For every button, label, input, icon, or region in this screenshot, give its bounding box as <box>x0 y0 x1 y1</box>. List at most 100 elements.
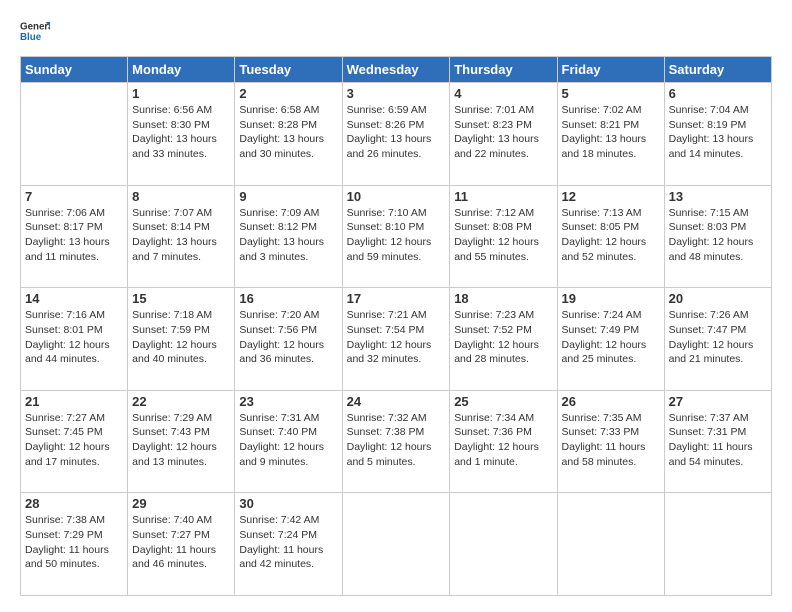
calendar-cell: 20 Sunrise: 7:26 AMSunset: 7:47 PMDayligh… <box>664 288 771 391</box>
calendar-cell: 28 Sunrise: 7:38 AMSunset: 7:29 PMDayligh… <box>21 493 128 596</box>
day-number: 18 <box>454 291 552 306</box>
day-number: 28 <box>25 496 123 511</box>
day-info: Sunrise: 7:02 AMSunset: 8:21 PMDaylight:… <box>562 103 660 162</box>
day-info: Sunrise: 7:24 AMSunset: 7:49 PMDaylight:… <box>562 308 660 367</box>
day-number: 19 <box>562 291 660 306</box>
calendar: SundayMondayTuesdayWednesdayThursdayFrid… <box>20 56 772 596</box>
calendar-cell <box>342 493 450 596</box>
day-header-saturday: Saturday <box>664 57 771 83</box>
calendar-cell <box>557 493 664 596</box>
day-number: 4 <box>454 86 552 101</box>
calendar-cell: 9 Sunrise: 7:09 AMSunset: 8:12 PMDaylight… <box>235 185 342 288</box>
day-info: Sunrise: 7:27 AMSunset: 7:45 PMDaylight:… <box>25 411 123 470</box>
day-header-friday: Friday <box>557 57 664 83</box>
day-info: Sunrise: 7:35 AMSunset: 7:33 PMDaylight:… <box>562 411 660 470</box>
calendar-cell <box>664 493 771 596</box>
day-info: Sunrise: 7:09 AMSunset: 8:12 PMDaylight:… <box>239 206 337 265</box>
day-info: Sunrise: 7:13 AMSunset: 8:05 PMDaylight:… <box>562 206 660 265</box>
calendar-week-2: 7Sunrise: 7:06 AMSunset: 8:17 PMDaylight… <box>21 185 772 288</box>
svg-text:Blue: Blue <box>20 32 42 43</box>
day-info: Sunrise: 7:32 AMSunset: 7:38 PMDaylight:… <box>347 411 446 470</box>
day-number: 13 <box>669 189 767 204</box>
day-info: Sunrise: 7:29 AMSunset: 7:43 PMDaylight:… <box>132 411 230 470</box>
calendar-cell: 12Sunrise: 7:13 AMSunset: 8:05 PMDayligh… <box>557 185 664 288</box>
calendar-cell: 3 Sunrise: 6:59 AMSunset: 8:26 PMDaylight… <box>342 83 450 186</box>
logo: General Blue <box>20 16 50 46</box>
day-info: Sunrise: 6:59 AMSunset: 8:26 PMDaylight:… <box>347 103 446 162</box>
day-header-tuesday: Tuesday <box>235 57 342 83</box>
day-number: 10 <box>347 189 446 204</box>
day-number: 17 <box>347 291 446 306</box>
calendar-cell <box>450 493 557 596</box>
day-info: Sunrise: 7:26 AMSunset: 7:47 PMDaylight:… <box>669 308 767 367</box>
calendar-cell: 11 Sunrise: 7:12 AMSunset: 8:08 PMDayligh… <box>450 185 557 288</box>
day-info: Sunrise: 7:21 AMSunset: 7:54 PMDaylight:… <box>347 308 446 367</box>
day-number: 29 <box>132 496 230 511</box>
day-number: 14 <box>25 291 123 306</box>
day-number: 26 <box>562 394 660 409</box>
day-info: Sunrise: 7:40 AMSunset: 7:27 PMDaylight:… <box>132 513 230 572</box>
day-number: 23 <box>239 394 337 409</box>
calendar-cell: 5 Sunrise: 7:02 AMSunset: 8:21 PMDaylight… <box>557 83 664 186</box>
calendar-cell: 1Sunrise: 6:56 AMSunset: 8:30 PMDaylight… <box>128 83 235 186</box>
day-number: 27 <box>669 394 767 409</box>
calendar-cell: 21 Sunrise: 7:27 AMSunset: 7:45 PMDayligh… <box>21 390 128 493</box>
day-info: Sunrise: 7:01 AMSunset: 8:23 PMDaylight:… <box>454 103 552 162</box>
day-info: Sunrise: 7:12 AMSunset: 8:08 PMDaylight:… <box>454 206 552 265</box>
day-info: Sunrise: 7:23 AMSunset: 7:52 PMDaylight:… <box>454 308 552 367</box>
day-header-sunday: Sunday <box>21 57 128 83</box>
calendar-cell: 10 Sunrise: 7:10 AMSunset: 8:10 PMDayligh… <box>342 185 450 288</box>
day-number: 3 <box>347 86 446 101</box>
calendar-cell: 30 Sunrise: 7:42 AMSunset: 7:24 PMDayligh… <box>235 493 342 596</box>
day-info: Sunrise: 7:16 AMSunset: 8:01 PMDaylight:… <box>25 308 123 367</box>
calendar-cell: 24 Sunrise: 7:32 AMSunset: 7:38 PMDayligh… <box>342 390 450 493</box>
day-number: 7 <box>25 189 123 204</box>
day-number: 15 <box>132 291 230 306</box>
day-number: 22 <box>132 394 230 409</box>
day-info: Sunrise: 7:20 AMSunset: 7:56 PMDaylight:… <box>239 308 337 367</box>
calendar-cell: 4 Sunrise: 7:01 AMSunset: 8:23 PMDaylight… <box>450 83 557 186</box>
calendar-cell: 23 Sunrise: 7:31 AMSunset: 7:40 PMDayligh… <box>235 390 342 493</box>
calendar-cell: 13Sunrise: 7:15 AMSunset: 8:03 PMDayligh… <box>664 185 771 288</box>
day-number: 25 <box>454 394 552 409</box>
calendar-header-row: SundayMondayTuesdayWednesdayThursdayFrid… <box>21 57 772 83</box>
day-info: Sunrise: 7:31 AMSunset: 7:40 PMDaylight:… <box>239 411 337 470</box>
day-info: Sunrise: 7:37 AMSunset: 7:31 PMDaylight:… <box>669 411 767 470</box>
day-info: Sunrise: 7:42 AMSunset: 7:24 PMDaylight:… <box>239 513 337 572</box>
day-number: 11 <box>454 189 552 204</box>
calendar-cell: 2Sunrise: 6:58 AMSunset: 8:28 PMDaylight… <box>235 83 342 186</box>
day-number: 6 <box>669 86 767 101</box>
calendar-cell: 27 Sunrise: 7:37 AMSunset: 7:31 PMDayligh… <box>664 390 771 493</box>
calendar-week-1: 1Sunrise: 6:56 AMSunset: 8:30 PMDaylight… <box>21 83 772 186</box>
calendar-cell: 14 Sunrise: 7:16 AMSunset: 8:01 PMDayligh… <box>21 288 128 391</box>
calendar-cell: 6Sunrise: 7:04 AMSunset: 8:19 PMDaylight… <box>664 83 771 186</box>
calendar-week-3: 14 Sunrise: 7:16 AMSunset: 8:01 PMDayligh… <box>21 288 772 391</box>
calendar-week-5: 28 Sunrise: 7:38 AMSunset: 7:29 PMDayligh… <box>21 493 772 596</box>
day-header-wednesday: Wednesday <box>342 57 450 83</box>
day-number: 21 <box>25 394 123 409</box>
calendar-cell: 18 Sunrise: 7:23 AMSunset: 7:52 PMDayligh… <box>450 288 557 391</box>
day-info: Sunrise: 7:18 AMSunset: 7:59 PMDaylight:… <box>132 308 230 367</box>
day-number: 30 <box>239 496 337 511</box>
calendar-cell: 7Sunrise: 7:06 AMSunset: 8:17 PMDaylight… <box>21 185 128 288</box>
day-number: 5 <box>562 86 660 101</box>
day-info: Sunrise: 7:10 AMSunset: 8:10 PMDaylight:… <box>347 206 446 265</box>
day-number: 16 <box>239 291 337 306</box>
calendar-cell <box>21 83 128 186</box>
calendar-cell: 19 Sunrise: 7:24 AMSunset: 7:49 PMDayligh… <box>557 288 664 391</box>
day-number: 20 <box>669 291 767 306</box>
calendar-cell: 8 Sunrise: 7:07 AMSunset: 8:14 PMDaylight… <box>128 185 235 288</box>
day-number: 8 <box>132 189 230 204</box>
day-info: Sunrise: 7:38 AMSunset: 7:29 PMDaylight:… <box>25 513 123 572</box>
calendar-cell: 26 Sunrise: 7:35 AMSunset: 7:33 PMDayligh… <box>557 390 664 493</box>
day-number: 9 <box>239 189 337 204</box>
calendar-cell: 25Sunrise: 7:34 AMSunset: 7:36 PMDayligh… <box>450 390 557 493</box>
day-number: 2 <box>239 86 337 101</box>
day-header-thursday: Thursday <box>450 57 557 83</box>
calendar-cell: 17 Sunrise: 7:21 AMSunset: 7:54 PMDayligh… <box>342 288 450 391</box>
day-number: 24 <box>347 394 446 409</box>
calendar-cell: 29 Sunrise: 7:40 AMSunset: 7:27 PMDayligh… <box>128 493 235 596</box>
day-info: Sunrise: 7:07 AMSunset: 8:14 PMDaylight:… <box>132 206 230 265</box>
calendar-cell: 22 Sunrise: 7:29 AMSunset: 7:43 PMDayligh… <box>128 390 235 493</box>
day-info: Sunrise: 6:56 AMSunset: 8:30 PMDaylight:… <box>132 103 230 162</box>
